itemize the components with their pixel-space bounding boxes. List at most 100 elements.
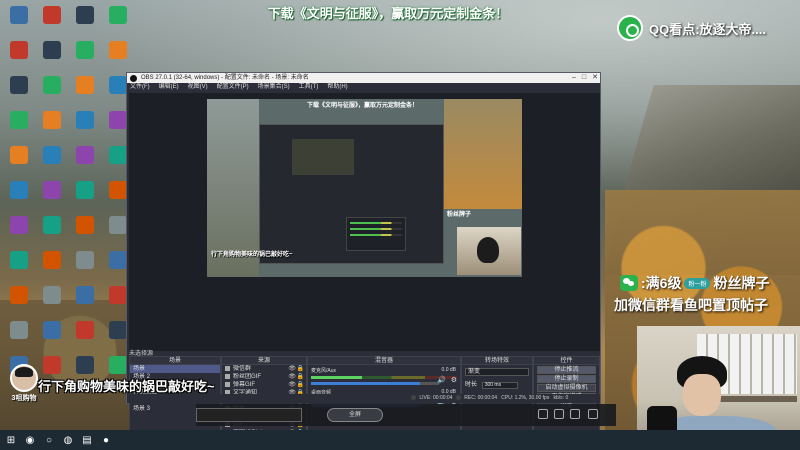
desktop-icon[interactable]: [36, 251, 68, 269]
desktop-icon[interactable]: [69, 146, 101, 164]
desktop-icon[interactable]: [69, 251, 101, 269]
preview-canvas[interactable]: 下载《文明与征服》，赢取万元定制金条！ 粉丝牌子 行下角购物美味的锅巴敲好吃~: [207, 99, 522, 277]
mixer-title: 混音器: [308, 357, 460, 365]
source-item[interactable]: 微信群 👁 🔒: [222, 365, 306, 373]
desktop-icon[interactable]: [69, 286, 101, 304]
obs-window[interactable]: OBS 27.0.1 (32-64, windows) - 配置文件: 未命名 …: [126, 72, 601, 450]
desktop-icon[interactable]: [36, 6, 68, 24]
transition-select[interactable]: 渐变: [465, 368, 529, 376]
desktop-icon[interactable]: [102, 6, 134, 24]
desktop-icon[interactable]: [69, 6, 101, 24]
desktop-icon[interactable]: [3, 216, 35, 234]
gear-icon[interactable]: ⚙: [451, 376, 457, 384]
app-icon: [109, 251, 127, 269]
desktop-icon[interactable]: [3, 6, 35, 24]
app-icon: [43, 6, 61, 24]
desktop-icon[interactable]: [69, 111, 101, 129]
lock-icon[interactable]: 🔒: [297, 365, 304, 373]
menu-item[interactable]: 视图(V): [188, 83, 208, 92]
desktop-icon[interactable]: [69, 216, 101, 234]
steam-icon[interactable]: ◍: [60, 433, 76, 447]
desktop-icon[interactable]: [3, 111, 35, 129]
desktop-icon[interactable]: [36, 181, 68, 199]
gift-icon[interactable]: [554, 409, 564, 419]
menu-item[interactable]: 场景集合(S): [258, 83, 290, 92]
duration-input[interactable]: 300 ms: [481, 382, 518, 389]
desktop-icon[interactable]: [36, 146, 68, 164]
minimize-icon[interactable]: –: [572, 73, 576, 83]
app-icon: [109, 286, 127, 304]
desktop-icon[interactable]: [3, 41, 35, 59]
app-icon: [76, 6, 94, 24]
fan-badge-tail: 粉丝牌子: [713, 275, 770, 291]
chat-icon[interactable]: [538, 409, 548, 419]
desktop-icon[interactable]: [3, 251, 35, 269]
status-live: LIVE: 00:00:04: [419, 395, 453, 401]
lock-icon[interactable]: 🔒: [297, 373, 304, 381]
source-item[interactable]: 弹幕GIF 👁 🔒: [222, 381, 306, 389]
source-label: 弹幕GIF: [233, 382, 255, 388]
obs-taskbar-icon[interactable]: ●: [98, 433, 114, 447]
edge-icon[interactable]: ◉: [22, 433, 38, 447]
obs-titlebar[interactable]: OBS 27.0.1 (32-64, windows) - 配置文件: 未命名 …: [127, 73, 600, 83]
desktop-icon[interactable]: [69, 76, 101, 94]
visibility-eye-icon[interactable]: 👁: [288, 381, 296, 389]
menu-item[interactable]: 帮助(H): [327, 83, 347, 92]
file-explorer-icon[interactable]: ▤: [79, 433, 95, 447]
desktop-icon[interactable]: [36, 111, 68, 129]
desktop-icon[interactable]: [3, 286, 35, 304]
start-windows-icon[interactable]: ⊞: [3, 433, 19, 447]
desktop-icon[interactable]: [36, 286, 68, 304]
app-icon: [43, 286, 61, 304]
desktop-icon[interactable]: [3, 321, 35, 339]
obs-preview[interactable]: 下载《文明与征服》，赢取万元定制金条！ 粉丝牌子 行下角购物美味的锅巴敲好吃~: [129, 93, 600, 351]
app-icon: [10, 181, 28, 199]
duration-row: 时长 300 ms: [462, 379, 532, 389]
menu-item[interactable]: 文件(F): [130, 83, 150, 92]
desktop-icon[interactable]: [69, 181, 101, 199]
webcam-person-face: [683, 374, 721, 416]
desktop-icon[interactable]: [3, 146, 35, 164]
mixer-track: 麦克风/Aux 0.0 dB 🔊 ⚙: [308, 365, 460, 387]
lower-toolbar: 全屏: [196, 404, 616, 426]
settings-icon[interactable]: [570, 409, 580, 419]
close-icon[interactable]: ✕: [592, 73, 598, 83]
control-button[interactable]: 停止推流: [537, 366, 596, 374]
volume-slider[interactable]: [311, 382, 440, 385]
preview-nested-obs: [259, 124, 444, 264]
desktop-icon[interactable]: [69, 321, 101, 339]
search-icon[interactable]: ○: [41, 433, 57, 447]
desktop-icon[interactable]: [36, 321, 68, 339]
desktop-icon[interactable]: [36, 41, 68, 59]
lock-icon[interactable]: 🔒: [297, 381, 304, 389]
control-button[interactable]: 启动虚拟摄像机: [537, 384, 596, 392]
desktop-icon[interactable]: [3, 76, 35, 94]
menu-item[interactable]: 工具(T): [299, 83, 319, 92]
maximize-icon[interactable]: □: [582, 73, 586, 83]
control-button[interactable]: 停止录制: [537, 375, 596, 383]
fullscreen-button[interactable]: 全屏: [327, 408, 383, 422]
desktop-icon[interactable]: [36, 76, 68, 94]
app-icon: [109, 216, 127, 234]
source-item[interactable]: 粉丝团GIF 👁 🔒: [222, 373, 306, 381]
app-icon: [43, 111, 61, 129]
desktop-icon[interactable]: [36, 216, 68, 234]
speaker-icon[interactable]: 🔊: [437, 376, 446, 384]
obs-status-bar: LIVE: 00:00:04 REC: 00:00:04 CPU: 1.2%, …: [129, 394, 600, 403]
qq-badge: QQ看点:放逐大帝....: [617, 14, 797, 42]
app-icon: [10, 6, 28, 24]
expand-icon[interactable]: [588, 409, 598, 419]
desktop-icon[interactable]: [102, 41, 134, 59]
scene-item[interactable]: 场景: [130, 365, 220, 373]
desktop-icon[interactable]: [69, 356, 101, 374]
app-icon: [43, 216, 61, 234]
visibility-eye-icon[interactable]: 👁: [288, 373, 296, 381]
visibility-eye-icon[interactable]: 👁: [288, 365, 296, 373]
desktop-icon[interactable]: [3, 181, 35, 199]
lower-input[interactable]: [196, 408, 302, 422]
menu-item[interactable]: 编辑(E): [159, 83, 179, 92]
menu-item[interactable]: 配置文件(P): [217, 83, 249, 92]
app-icon: [43, 181, 61, 199]
desktop-icon[interactable]: [69, 41, 101, 59]
fan-badge-main: :满6级: [641, 275, 682, 291]
